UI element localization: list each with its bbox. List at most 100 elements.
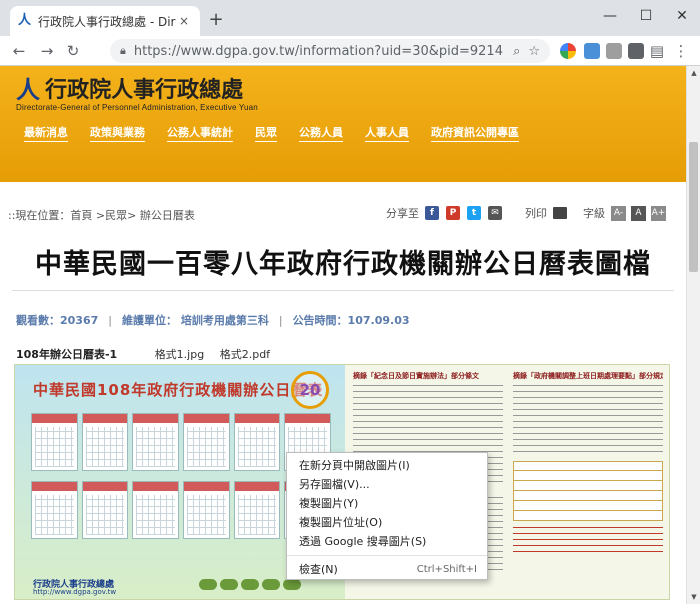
month-block (233, 413, 281, 471)
main-navigation: 最新消息 政策與業務 公務人事統計 民眾 公務人員 人事人員 政府資訊公開專區 (24, 124, 541, 142)
nav-item-public[interactable]: 民眾 (255, 124, 277, 142)
legend-tab (241, 579, 259, 590)
nav-item-policy[interactable]: 政策與業務 (90, 124, 145, 142)
regulation-heading-2: 摘錄「政府機關調整上班日期處理要點」部分規定 (513, 372, 663, 380)
legend-tab (199, 579, 217, 590)
close-window-button[interactable]: ✕ (664, 4, 700, 28)
font-size-small-button[interactable]: A- (611, 205, 626, 221)
regulation-heading-1: 摘錄「紀念日及節日實施辦法」部分條文 (353, 372, 479, 380)
email-share-icon[interactable]: ✉ (488, 206, 502, 220)
file-title: 108年辦公日曆表-1 (16, 348, 118, 361)
image-context-menu: 在新分頁中開啟圖片(I) 另存圖檔(V)... 複製圖片(Y) 複製圖片位址(O… (286, 452, 488, 580)
browser-toolbar: ← → ↻ 🔒︎ https://www.dgpa.gov.tw/informa… (0, 36, 700, 66)
logo-chinese-name: 行政院人事行政總處 (45, 76, 244, 103)
menu-search-google-image[interactable]: 透過 Google 搜尋圖片(S) (287, 532, 487, 551)
logo-english-name: Directorate-General of Personnel Adminis… (16, 103, 258, 112)
breadcrumb-row: ::現在位置：首頁 >民眾> 辦公日曆表 分享至 f P t ✉ 列印 字級 A… (8, 205, 684, 223)
menu-shortcut: Ctrl+Shift+I (416, 564, 477, 575)
new-tab-button[interactable]: + (206, 10, 226, 30)
chrome-menu-icon[interactable]: ⋮ (670, 40, 692, 62)
reload-button[interactable]: ↻ (62, 40, 84, 62)
font-size-large-button[interactable]: A+ (651, 205, 666, 221)
extension-2-icon[interactable] (584, 43, 600, 59)
breadcrumb[interactable]: ::現在位置：首頁 >民眾> 辦公日曆表 (8, 207, 195, 223)
page-scrollbar[interactable]: ▲ ▼ (686, 66, 700, 604)
download-jpg-link[interactable]: 格式1.jpg (155, 348, 205, 361)
share-label: 分享至 (386, 207, 419, 220)
menu-item-label: 另存圖檔(V)... (299, 478, 370, 491)
plurk-share-icon[interactable]: P (446, 206, 460, 220)
menu-separator (287, 555, 487, 556)
month-block (132, 481, 179, 539)
file-row: 108年辦公日曆表-1 格式1.jpg 格式2.pdf (16, 346, 282, 362)
menu-item-label: 檢查(N) (299, 563, 338, 576)
facebook-share-icon[interactable]: f (425, 206, 439, 220)
share-toolbar: 分享至 f P t ✉ 列印 字級 A- A A+ (386, 205, 671, 221)
menu-item-label: 複製圖片(Y) (299, 497, 359, 510)
menu-copy-image[interactable]: 複製圖片(Y) (287, 494, 487, 513)
month-block (81, 481, 129, 539)
zoom-icon[interactable]: ⌕ (513, 44, 520, 59)
logo-mark-icon: 人 (16, 76, 40, 104)
month-block (31, 413, 78, 471)
highlight-text (513, 527, 663, 555)
profile-menu-icon[interactable]: ▤ (646, 40, 668, 62)
nav-item-civil-servants[interactable]: 公務人員 (299, 124, 343, 142)
maximize-button[interactable]: ☐ (628, 4, 664, 28)
menu-open-image-new-tab[interactable]: 在新分頁中開啟圖片(I) (287, 456, 487, 475)
bookmark-star-icon[interactable]: ☆ (528, 44, 540, 59)
view-count: 觀看數：20367 (16, 314, 99, 327)
site-logo[interactable]: 人 行政院人事行政總處 Directorate-General of Perso… (16, 70, 258, 112)
year-badge: 20 (291, 371, 329, 409)
lock-icon: 🔒︎ (120, 44, 126, 57)
menu-inspect[interactable]: 檢查(N) Ctrl+Shift+I (287, 560, 487, 579)
chrome-extension-icon[interactable] (560, 43, 576, 59)
menu-save-image-as[interactable]: 另存圖檔(V)... (287, 475, 487, 494)
legend-tab (262, 579, 280, 590)
month-block (183, 481, 230, 539)
month-block (233, 481, 281, 539)
nav-item-open-info[interactable]: 政府資訊公開專區 (431, 124, 519, 142)
menu-item-label: 透過 Google 搜尋圖片(S) (299, 535, 427, 548)
month-block (183, 413, 230, 471)
tab-title: 行政院人事行政總處 - Directorate (38, 14, 176, 29)
article-meta: 觀看數：20367 | 維護單位： 培訓考用處第三科 | 公告時間：107.09.03 (16, 314, 410, 327)
font-size-medium-button[interactable]: A (631, 205, 646, 221)
printer-icon[interactable] (553, 207, 567, 219)
site-header: 人 行政院人事行政總處 Directorate-General of Perso… (0, 66, 686, 182)
twitter-share-icon[interactable]: t (467, 206, 481, 220)
download-pdf-link[interactable]: 格式2.pdf (220, 348, 270, 361)
address-bar[interactable]: 🔒︎ https://www.dgpa.gov.tw/information?u… (110, 39, 550, 63)
print-label: 列印 (525, 207, 547, 220)
tab-close-icon[interactable]: × (176, 14, 192, 28)
holiday-table (513, 461, 663, 521)
menu-item-label: 複製圖片位址(O) (299, 516, 383, 529)
extension-3-icon[interactable] (606, 43, 622, 59)
nav-item-personnel-staff[interactable]: 人事人員 (365, 124, 409, 142)
scroll-up-arrow-icon[interactable]: ▲ (687, 66, 700, 80)
month-block (31, 481, 78, 539)
calendar-heading: 中華民國108年政府行政機關辦公日曆表 (33, 381, 324, 399)
calendar-footer-url: http://www.dgpa.gov.tw (33, 588, 117, 596)
site-favicon-icon: 人 (18, 13, 32, 28)
menu-copy-image-address[interactable]: 複製圖片位址(O) (287, 513, 487, 532)
browser-tab[interactable]: 人 行政院人事行政總處 - Directorate × (10, 6, 200, 36)
forward-button[interactable]: → (36, 40, 58, 62)
back-button[interactable]: ← (8, 40, 30, 62)
menu-item-label: 在新分頁中開啟圖片(I) (299, 459, 410, 472)
month-block (81, 413, 129, 471)
regulation-column-2: 摘錄「政府機關調整上班日期處理要點」部分規定 (513, 371, 663, 597)
extension-4-icon[interactable] (628, 43, 644, 59)
nav-item-news[interactable]: 最新消息 (24, 124, 68, 142)
scrollbar-thumb[interactable] (689, 142, 698, 272)
url-text[interactable]: https://www.dgpa.gov.tw/information?uid=… (134, 44, 505, 59)
nav-item-statistics[interactable]: 公務人事統計 (167, 124, 233, 142)
legend-tab (283, 579, 301, 590)
title-divider (12, 290, 674, 291)
minimize-button[interactable]: — (592, 4, 628, 28)
scroll-down-arrow-icon[interactable]: ▼ (687, 590, 700, 604)
page-title: 中華民國一百零八年政府行政機關辦公日曆表圖檔 (35, 249, 651, 280)
regulation-text-lines (513, 385, 663, 455)
publish-date: 公告時間：107.09.03 (292, 314, 410, 327)
maintenance-unit: 維護單位： 培訓考用處第三科 (122, 314, 269, 327)
